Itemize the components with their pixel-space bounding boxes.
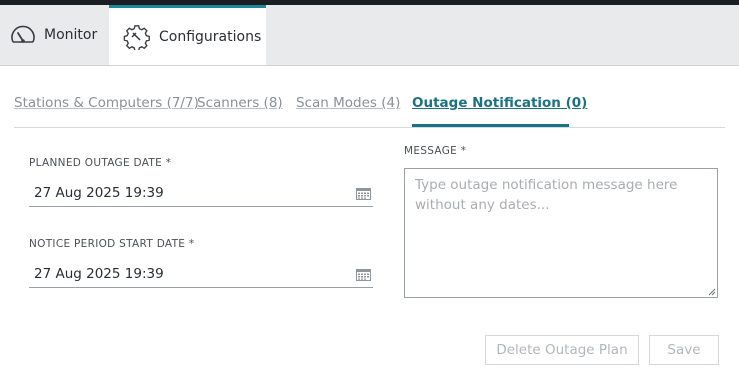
notice-period-start-date-field[interactable]: 27 Aug 2025 19:39 — [29, 262, 373, 288]
notice-period-start-date-label: NOTICE PERIOD START DATE * — [29, 238, 195, 250]
subtab-outage-notification[interactable]: Outage Notification (0) — [412, 95, 587, 111]
resize-grip-icon[interactable] — [707, 287, 716, 296]
planned-outage-date-value: 27 Aug 2025 19:39 — [34, 185, 164, 201]
subtab-scan-modes[interactable]: Scan Modes (4) — [296, 95, 400, 111]
planned-outage-date-field[interactable]: 27 Aug 2025 19:39 — [29, 181, 373, 207]
calendar-icon[interactable] — [356, 187, 371, 200]
message-label: MESSAGE * — [404, 145, 467, 157]
app-header: Monitor Configurations — [0, 5, 739, 66]
save-button[interactable]: Save — [649, 335, 719, 365]
nav-tab-label: Configurations — [159, 28, 262, 45]
gauge-icon — [11, 25, 35, 43]
message-textarea[interactable] — [405, 169, 717, 297]
subtab-scanners[interactable]: Scanners (8) — [197, 95, 283, 111]
nav-tab-label: Monitor — [44, 27, 98, 43]
nav-tab-monitor[interactable]: Monitor — [0, 5, 108, 65]
subtab-stations-computers[interactable]: Stations & Computers (7/7) — [14, 95, 199, 111]
active-tab-indicator — [412, 124, 569, 127]
delete-outage-plan-button[interactable]: Delete Outage Plan — [485, 335, 639, 365]
subtab-bar: Stations & Computers (7/7) Scanners (8) … — [14, 93, 725, 128]
calendar-icon[interactable] — [356, 268, 371, 281]
gear-wrench-icon — [123, 24, 150, 50]
planned-outage-date-label: PLANNED OUTAGE DATE * — [29, 157, 172, 169]
notice-period-start-date-value: 27 Aug 2025 19:39 — [34, 266, 164, 282]
message-box — [404, 168, 718, 298]
nav-tab-configurations[interactable]: Configurations — [109, 5, 266, 65]
